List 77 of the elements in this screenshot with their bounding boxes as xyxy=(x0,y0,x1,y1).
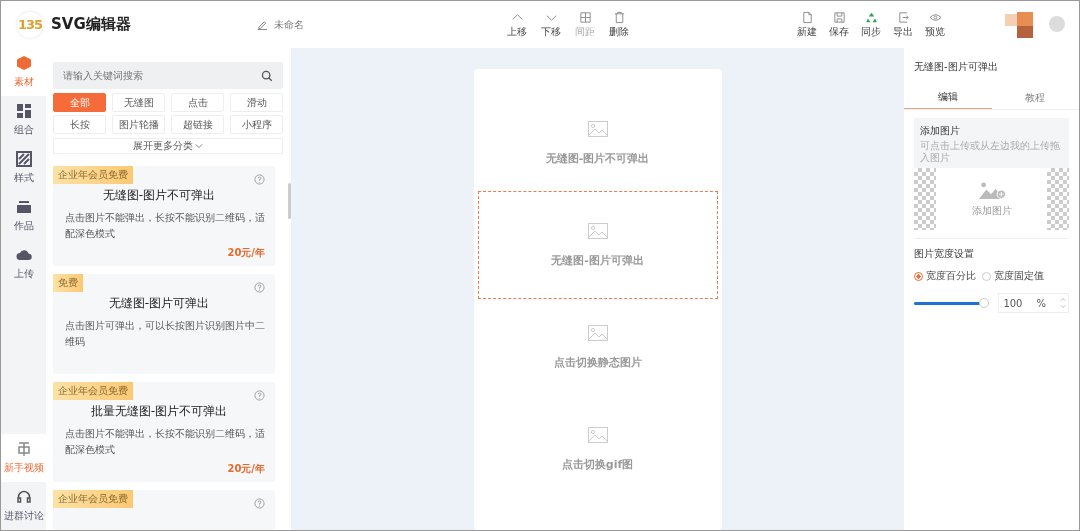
card-title: 批量无缝图-图片不可弹出 xyxy=(89,403,229,420)
cloud-icon xyxy=(15,247,32,263)
help-icon[interactable] xyxy=(254,390,265,401)
card-description: 点击图片不能弹出，长按不能识别二维码，适配深色模式 xyxy=(64,427,265,457)
grid-icon xyxy=(578,10,592,24)
toolbar-button[interactable]: 新建 xyxy=(797,10,817,39)
badge: 企业年会员免费 xyxy=(53,166,133,184)
sidebar-item[interactable]: 组合 xyxy=(1,96,46,144)
cube-icon xyxy=(15,55,32,71)
tray-icon xyxy=(15,199,32,215)
search-icon[interactable] xyxy=(261,70,273,82)
recycle-icon xyxy=(864,10,878,24)
help-icon[interactable] xyxy=(254,282,265,293)
category-chip[interactable]: 点击 xyxy=(171,93,224,112)
headset-icon xyxy=(15,489,32,505)
radio-option[interactable]: 宽度固定值 xyxy=(982,269,1044,283)
toolbar-button[interactable]: 上移 xyxy=(507,10,527,39)
category-chip[interactable]: 小程序 xyxy=(230,115,283,134)
trash-icon xyxy=(612,10,626,24)
video-icon xyxy=(15,441,32,457)
save-icon xyxy=(832,10,846,24)
add-image-icon xyxy=(977,180,1006,200)
price: 20元/年 xyxy=(227,246,265,260)
tab[interactable]: 教程 xyxy=(991,87,1079,109)
toolbar-button[interactable]: 删除 xyxy=(609,10,629,39)
document-name[interactable]: 未命名 xyxy=(274,17,304,32)
card-title: 无缝图-图片不可弹出 xyxy=(101,187,217,204)
help-icon[interactable] xyxy=(254,174,265,185)
app-logo: 135 xyxy=(17,11,43,38)
template-card[interactable]: 企业年会员免费 批量无缝图-图片不可弹出 点击图片不能弹出，长按不能识别二维码，适配深色模式 20元/年 xyxy=(53,382,275,482)
badge: 免费 xyxy=(53,274,83,292)
export-icon xyxy=(896,10,910,24)
spinner-arrows-icon[interactable] xyxy=(1060,296,1066,310)
chevron-down-icon xyxy=(195,142,203,150)
toolbar-button[interactable]: 导出 xyxy=(893,10,913,39)
tab[interactable]: 编辑 xyxy=(904,87,992,109)
panel-title: 无缝图-图片可弹出 xyxy=(914,60,999,74)
template-card[interactable]: 企业年会员免费 xyxy=(53,490,275,530)
image-icon xyxy=(587,426,608,443)
sidebar-item[interactable]: 上传 xyxy=(1,240,46,288)
template-card[interactable]: 企业年会员免费 无缝图-图片不可弹出 点击图片不能弹出，长按不能识别二维码，适配深色模式 20元/年 xyxy=(53,166,275,266)
sidebar-item[interactable]: 样式 xyxy=(1,144,46,192)
section-heading: 添加图片 xyxy=(919,124,961,138)
template-card[interactable]: 免费 无缝图-图片可弹出 点击图片可弹出，可以长按图片识别图片中二维码 xyxy=(53,274,275,374)
app-title: SVG编辑器 xyxy=(51,15,131,34)
image-icon xyxy=(587,222,608,239)
category-chip[interactable]: 无缝图 xyxy=(112,93,165,112)
toolbar-button[interactable]: 下移 xyxy=(541,10,561,39)
badge: 企业年会员免费 xyxy=(53,382,133,400)
price: 20元/年 xyxy=(227,462,265,476)
avatar[interactable] xyxy=(1005,9,1065,40)
expand-categories-button[interactable]: 展开更多分类 xyxy=(53,138,283,154)
sidebar-item[interactable]: 作品 xyxy=(1,192,46,240)
pencil-icon xyxy=(257,19,268,30)
toolbar-button[interactable]: 保存 xyxy=(829,10,849,39)
category-chip[interactable]: 滑动 xyxy=(230,93,283,112)
radio-option[interactable]: 宽度百分比 xyxy=(914,269,976,283)
document-icon xyxy=(800,10,814,24)
help-icon[interactable] xyxy=(254,498,265,509)
card-title: 无缝图-图片可弹出 xyxy=(107,295,211,312)
toolbar-button[interactable]: 同步 xyxy=(861,10,881,39)
section-heading: 图片宽度设置 xyxy=(914,247,975,261)
category-chip[interactable]: 超链接 xyxy=(171,115,224,134)
card-description: 点击图片可弹出，可以长按图片识别图片中二维码 xyxy=(64,319,265,349)
toolbar-button[interactable]: 预览 xyxy=(925,10,945,39)
card-description: 点击图片不能弹出，长按不能识别二维码，适配深色模式 xyxy=(64,211,265,241)
sidebar-item[interactable]: 进群讨论 xyxy=(1,482,46,530)
width-input[interactable]: 100 % xyxy=(998,293,1069,313)
stripes-icon xyxy=(15,151,32,167)
image-icon xyxy=(587,120,608,137)
layout-icon xyxy=(15,103,32,119)
badge: 企业年会员免费 xyxy=(53,490,133,508)
search-field[interactable]: 请输入关键词搜索 xyxy=(53,62,283,89)
category-chip[interactable]: 长按 xyxy=(53,115,106,134)
image-icon xyxy=(587,324,608,341)
drop-label: 添加图片 xyxy=(971,203,1012,218)
category-chip[interactable]: 图片轮播 xyxy=(112,115,165,134)
